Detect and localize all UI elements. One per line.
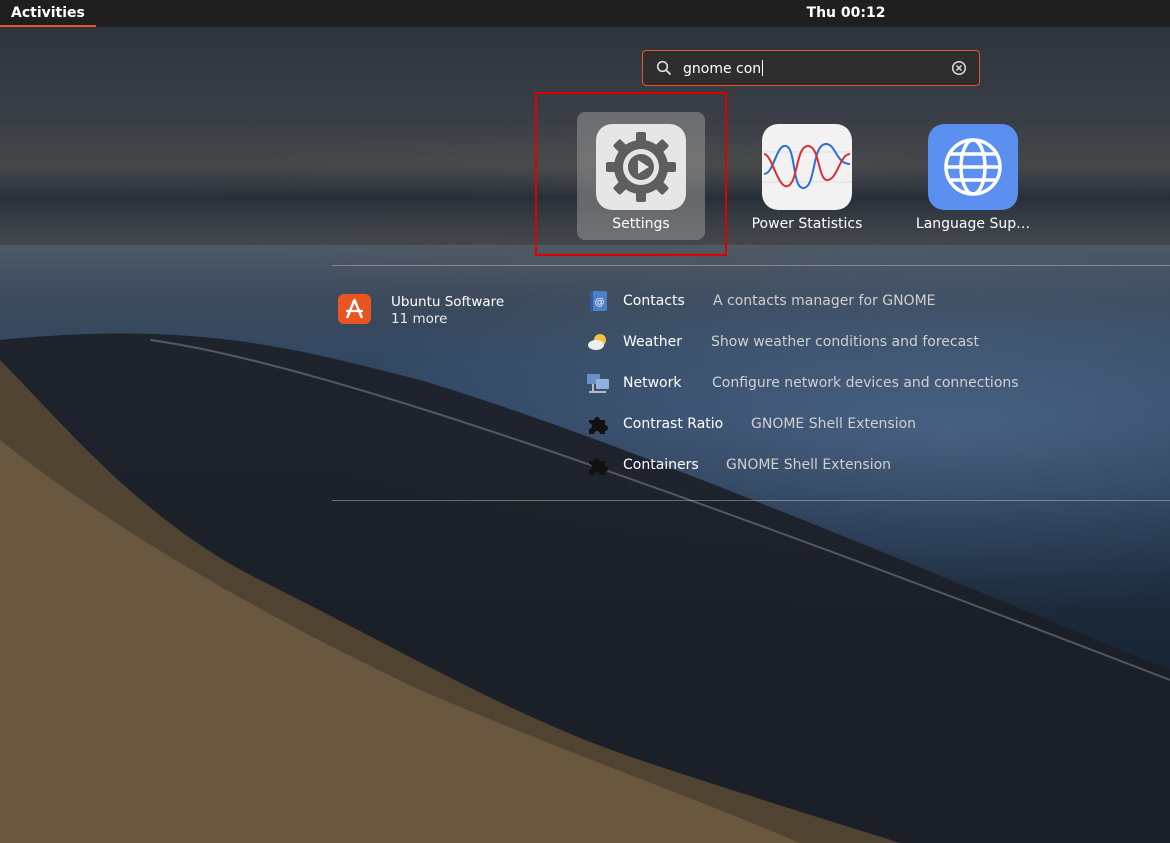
puzzle-extension-icon [589,417,608,434]
result-description: A contacts manager for GNOME [713,293,936,309]
result-name: Containers [623,457,699,473]
wallpaper-grass [0,360,900,843]
provider-more-link[interactable]: 11 more [391,311,504,328]
result-description: Configure network devices and connection… [712,375,1019,391]
result-contrast-ratio[interactable]: Contrast Ratio GNOME Shell Extension [586,412,916,436]
top-bar: Activities Thu 00:12 [0,0,1170,27]
provider-name: Ubuntu Software [391,294,505,310]
annotation-highlight-box [535,92,727,256]
separator [332,500,1170,501]
result-description: Show weather conditions and forecast [711,334,979,350]
result-name: Contrast Ratio [623,416,724,432]
weather-icon [588,334,606,350]
separator [332,265,1170,266]
app-label: Power Statistics [751,216,863,232]
result-containers[interactable]: Containers GNOME Shell Extension [586,453,891,477]
clock[interactable]: Thu 00:12 [786,0,906,27]
result-name: Weather [623,334,682,350]
result-name: Contacts [623,293,685,309]
search-input[interactable]: gnome con [683,60,951,77]
language-globe-icon [928,124,1018,210]
power-statistics-icon [762,124,852,210]
svg-text:@: @ [595,297,605,308]
app-label: Language Sup… [915,216,1031,232]
search-entry[interactable]: gnome con [642,50,980,86]
puzzle-extension-icon [589,458,608,475]
contacts-icon: @ [590,291,607,311]
app-language-support[interactable]: Language Sup… [909,112,1037,240]
provider-ubuntu-software[interactable]: Ubuntu Software 11 more [338,294,504,328]
app-power-statistics[interactable]: Power Statistics [743,112,871,240]
network-icon [587,374,609,393]
clear-icon[interactable] [951,60,967,76]
activities-button[interactable]: Activities [0,0,96,27]
ubuntu-software-icon [338,294,371,324]
result-contacts[interactable]: @ Contacts A contacts manager for GNOME [586,289,936,313]
result-name: Network [623,375,682,391]
search-icon [656,60,671,75]
result-description: GNOME Shell Extension [726,457,892,473]
result-description: GNOME Shell Extension [751,416,917,432]
result-weather[interactable]: Weather Show weather conditions and fore… [586,330,979,354]
result-network[interactable]: Network Configure network devices and co… [586,371,1019,395]
